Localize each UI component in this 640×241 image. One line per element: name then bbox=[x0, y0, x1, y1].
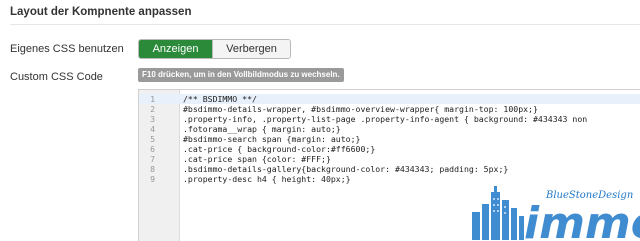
code-line: 2 #bsdimmo-details-wrapper, #bsdimmo-over… bbox=[139, 104, 640, 114]
code-text: .property-desc h4 { height: 40px;} bbox=[183, 174, 351, 184]
code-line: 6 .cat-price { background-color:#ff6600;} bbox=[139, 144, 640, 154]
line-number: 1 bbox=[150, 94, 155, 104]
code-line: 5 #bsdimmo-search span {margin: auto;} bbox=[139, 134, 640, 144]
hide-css-button[interactable]: Verbergen bbox=[212, 40, 290, 58]
line-number: 2 bbox=[150, 104, 155, 114]
code-text: .cat-price { background-color:#ff6600;} bbox=[183, 144, 376, 154]
line-number: 7 bbox=[150, 154, 155, 164]
watermark-word-text: immo bbox=[524, 198, 640, 240]
code-line: 1 /** BSDIMMO **/ bbox=[139, 94, 640, 104]
custom-css-label: Custom CSS Code bbox=[10, 71, 103, 83]
code-line: 3 .property-info, .property-list-page .pr… bbox=[139, 114, 640, 124]
fullscreen-hint-badge: F10 drücken, um in den Vollbildmodus zu … bbox=[138, 68, 344, 82]
line-number: 6 bbox=[150, 144, 155, 154]
code-text: #bsdimmo-details-wrapper, #bsdimmo-overv… bbox=[183, 104, 538, 114]
code-text: #bsdimmo-search span {margin: auto;} bbox=[183, 134, 361, 144]
bluestonedesign-immo-logo: BlueStoneDesign immo bbox=[472, 186, 640, 240]
css-toggle-label: Eigenes CSS benutzen bbox=[10, 43, 124, 55]
code-line: 7 .cat-price span {color: #FFF;} bbox=[139, 154, 640, 164]
code-text: /** BSDIMMO **/ bbox=[183, 94, 257, 104]
line-number: 3 bbox=[150, 114, 155, 124]
code-line: 4 .fotorama__wrap { margin: auto;} bbox=[139, 124, 640, 134]
show-css-button[interactable]: Anzeigen bbox=[139, 40, 212, 58]
line-number: 9 bbox=[150, 174, 155, 184]
section-title: Layout der Kompnente anpassen bbox=[10, 6, 192, 18]
section-divider bbox=[10, 24, 640, 25]
code-text: .property-info, .property-list-page .pro… bbox=[183, 114, 588, 124]
code-text: .fotorama__wrap { margin: auto;} bbox=[183, 124, 341, 134]
line-number: 8 bbox=[150, 164, 155, 174]
line-number: 4 bbox=[150, 124, 155, 134]
code-text: .cat-price span {color: #FFF;} bbox=[183, 154, 331, 164]
css-toggle-group: Anzeigen Verbergen bbox=[138, 39, 291, 59]
line-number: 5 bbox=[150, 134, 155, 144]
